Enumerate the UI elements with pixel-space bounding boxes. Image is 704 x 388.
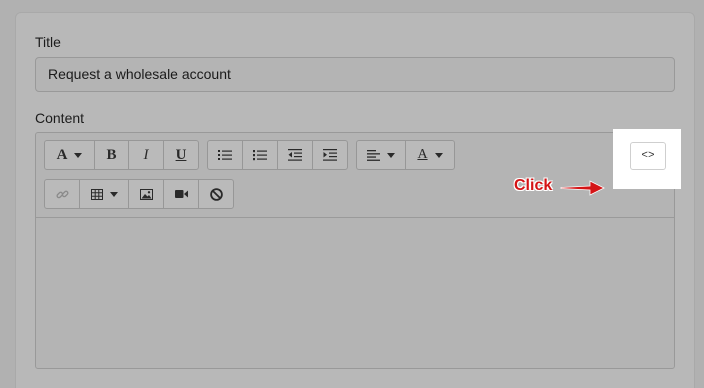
- text-color-dropdown[interactable]: A: [406, 141, 454, 169]
- click-annotation: Click: [514, 177, 553, 194]
- bold-button[interactable]: B: [95, 141, 129, 169]
- chevron-down-icon: [387, 152, 395, 158]
- align-left-icon: [367, 149, 380, 161]
- video-button[interactable]: [164, 180, 199, 208]
- link-icon: [55, 190, 68, 198]
- underline-button[interactable]: U: [164, 141, 198, 169]
- unordered-list-button[interactable]: [208, 141, 243, 169]
- video-icon: [174, 190, 188, 198]
- arrow-right-icon: [560, 180, 605, 196]
- image-icon: [139, 188, 153, 200]
- clear-format-icon: [209, 187, 223, 201]
- table-dropdown[interactable]: [80, 180, 129, 208]
- underline-icon: U: [175, 146, 187, 163]
- table-icon: [90, 188, 103, 200]
- clear-format-button[interactable]: [199, 180, 233, 208]
- chevron-down-icon: [109, 191, 118, 197]
- code-icon: <>: [641, 150, 655, 162]
- font-style-icon: A: [56, 146, 68, 163]
- indent-button[interactable]: [313, 141, 347, 169]
- italic-icon: I: [143, 146, 149, 163]
- title-input[interactable]: Request a wholesale account: [35, 57, 675, 92]
- font-style-group: A B I U: [44, 140, 199, 170]
- paragraph-group: A: [356, 140, 455, 170]
- bold-icon: B: [106, 146, 117, 163]
- title-label: Title: [35, 34, 61, 50]
- outdent-button[interactable]: [278, 141, 313, 169]
- link-button[interactable]: [45, 180, 80, 208]
- ordered-list-button[interactable]: [243, 141, 278, 169]
- indent-icon: [323, 149, 337, 161]
- content-label: Content: [35, 110, 85, 126]
- italic-button[interactable]: I: [129, 141, 164, 169]
- unordered-list-icon: [218, 150, 232, 160]
- insert-group: [44, 179, 234, 209]
- list-group: [207, 140, 348, 170]
- font-style-dropdown[interactable]: A: [45, 141, 95, 169]
- align-dropdown[interactable]: [357, 141, 406, 169]
- text-color-icon: A: [417, 147, 428, 162]
- ordered-list-icon: [253, 150, 267, 161]
- chevron-down-icon: [434, 152, 443, 158]
- outdent-icon: [288, 149, 302, 161]
- toolbar-divider: [36, 217, 674, 218]
- code-view-button[interactable]: <>: [630, 142, 666, 170]
- chevron-down-icon: [74, 152, 83, 158]
- image-button[interactable]: [129, 180, 164, 208]
